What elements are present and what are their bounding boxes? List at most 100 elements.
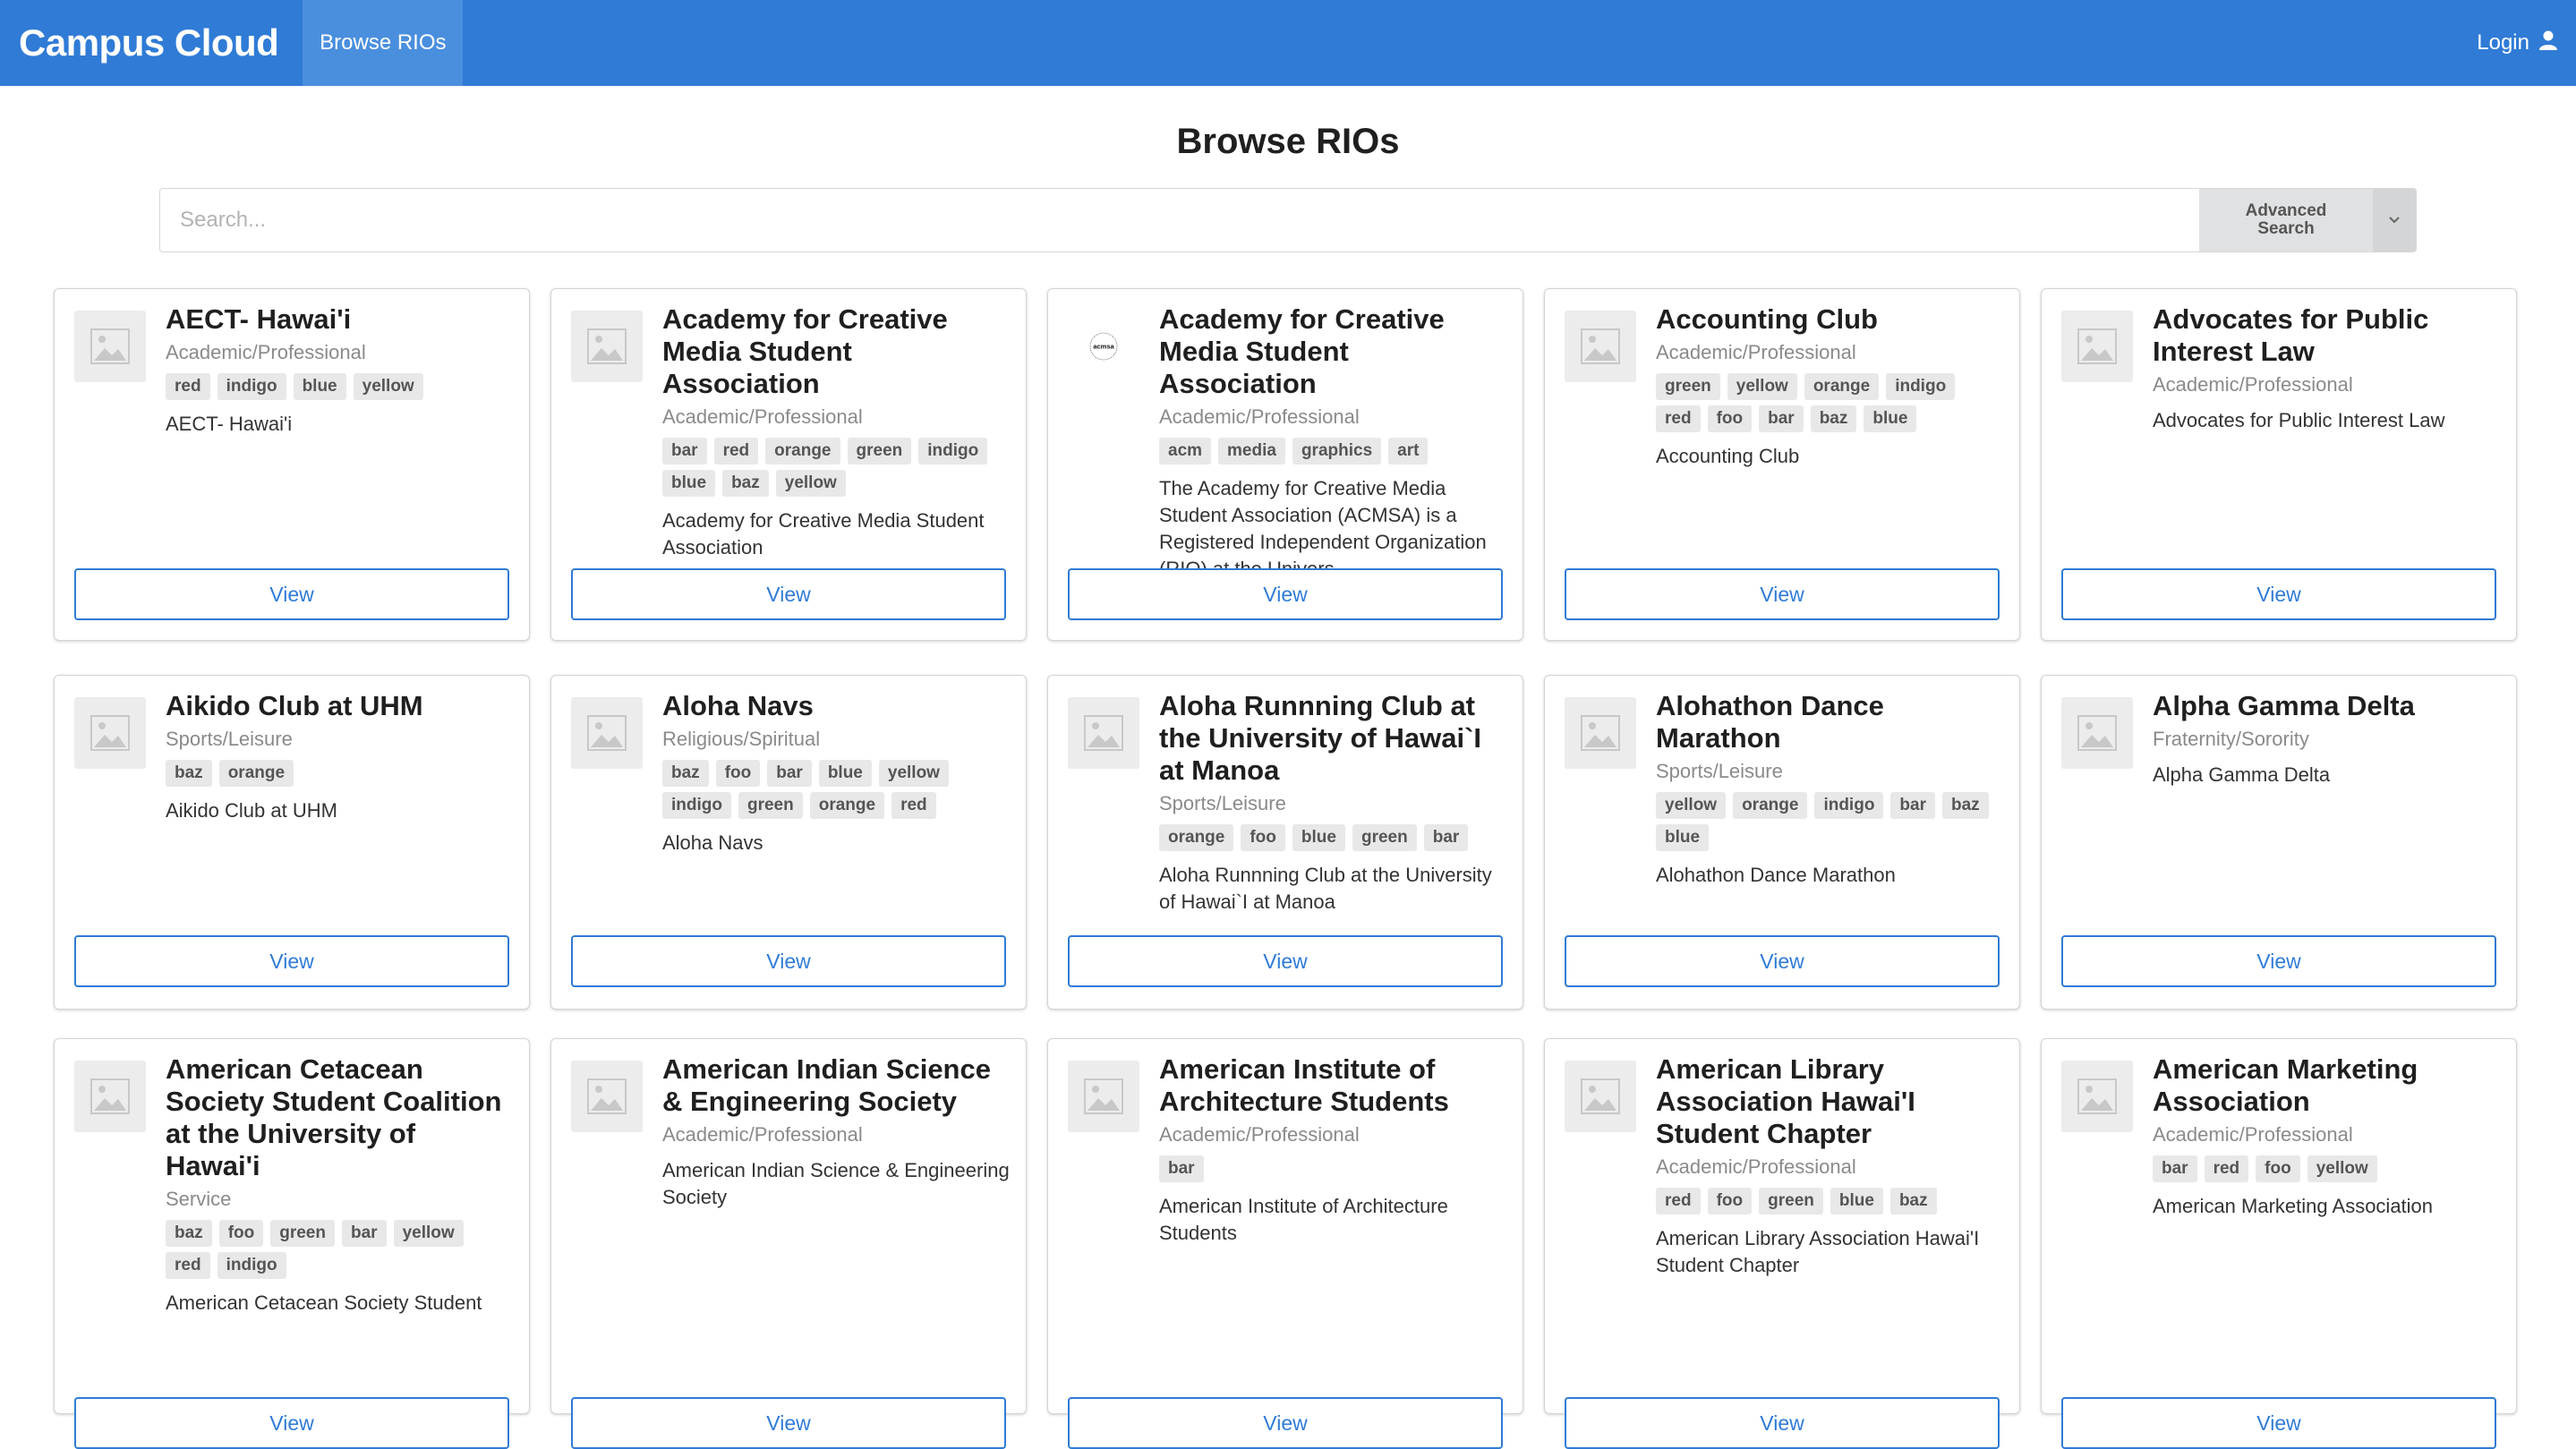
view-button[interactable]: View xyxy=(1565,935,2000,987)
view-button[interactable]: View xyxy=(74,568,509,620)
tag-label: bar xyxy=(1159,1155,1204,1182)
tag-label: graphics xyxy=(1292,438,1382,465)
view-button[interactable]: View xyxy=(1565,1397,2000,1449)
tag-label: orange xyxy=(1159,824,1234,851)
card-category: Academic/Professional xyxy=(2153,1123,2353,1146)
tag-label: media xyxy=(1218,438,1285,465)
card-description: Alpha Gamma Delta xyxy=(2153,763,2331,786)
tag-label: bar xyxy=(1759,405,1804,432)
tag-label: blue xyxy=(1830,1188,1883,1215)
rio-card: American Indian Science & Engineering So… xyxy=(550,1038,1027,1449)
view-button[interactable]: View xyxy=(74,935,509,987)
tag-label: indigo xyxy=(217,1252,286,1279)
card-description: American Cetacean Society Student xyxy=(166,1291,482,1314)
card-category: Academic/Professional xyxy=(1656,1155,1856,1178)
card-category: Fraternity/Sorority xyxy=(2153,728,2309,750)
card-description: American Marketing Association xyxy=(2153,1195,2434,1217)
card-title: Academy for Creative Media Student Assoc… xyxy=(1159,303,1445,399)
card-title: Alpha Gamma Delta xyxy=(2153,690,2415,721)
image-placeholder-icon xyxy=(571,1061,643,1132)
card-body: Alohathon Dance Marathon Sports/Leisure ye… xyxy=(1656,690,2003,889)
card-body: Accounting Club Academic/Professional gree… xyxy=(1656,303,2003,470)
view-button[interactable]: View xyxy=(1068,935,1503,987)
tag-label: red xyxy=(2204,1155,2249,1182)
tag-label: red xyxy=(1656,1188,1701,1215)
tag-label: foo xyxy=(1241,824,1285,851)
card-category: Service xyxy=(166,1188,232,1210)
rio-card: American Library Association Hawai'I Stu… xyxy=(1544,1038,2020,1449)
tag-list: bar xyxy=(1159,1155,1506,1182)
card-description: The Academy for Creative Media Student A… xyxy=(1159,477,1487,580)
tag-label: red xyxy=(166,1252,210,1279)
tag-label: blue xyxy=(1292,824,1345,851)
card-description: Aloha Runnning Club at the University of… xyxy=(1159,864,1492,913)
view-button[interactable]: View xyxy=(74,1397,509,1449)
tag-label: blue xyxy=(818,760,872,787)
rio-card: American Institute of Architecture Stude… xyxy=(1047,1038,1523,1449)
tag-label: yellow xyxy=(2307,1155,2377,1182)
card-body: Advocates for Public Interest Law Academi… xyxy=(2153,303,2500,434)
advanced-search-button[interactable]: Advanced Search xyxy=(2199,189,2373,251)
tag-label: yellow xyxy=(1727,373,1797,400)
tag-list: baz orange xyxy=(166,760,513,787)
tag-label: baz xyxy=(1942,792,1989,819)
card-title: American Institute of Architecture Stude… xyxy=(1159,1053,1449,1117)
card-body: American Indian Science & Engineering So… xyxy=(662,1053,1010,1211)
image-placeholder-icon xyxy=(2061,697,2133,769)
card-description: American Library Association Hawai'I Stu… xyxy=(1656,1227,1980,1276)
image-placeholder-icon xyxy=(571,697,643,769)
card-category: Sports/Leisure xyxy=(166,728,293,750)
view-button[interactable]: View xyxy=(1068,1397,1503,1449)
view-button[interactable]: View xyxy=(571,935,1006,987)
tag-label: green xyxy=(1656,373,1720,400)
view-button[interactable]: View xyxy=(571,568,1006,620)
view-button[interactable]: View xyxy=(2061,935,2496,987)
card-body: Aloha Navs Religious/Spiritual baz foo bar bl… xyxy=(662,690,1010,857)
tag-label: yellow xyxy=(393,1220,464,1247)
search-input[interactable] xyxy=(160,189,2199,251)
view-button[interactable]: View xyxy=(1068,568,1503,620)
tag-label: baz xyxy=(166,1220,212,1247)
view-button[interactable]: View xyxy=(2061,568,2496,620)
image-placeholder-icon xyxy=(74,311,146,382)
logo-text: acmsa xyxy=(1093,343,1114,351)
tag-label: blue xyxy=(662,470,716,497)
image-placeholder-icon xyxy=(1068,697,1139,769)
card-description: Advocates for Public Interest Law xyxy=(2153,409,2445,431)
tag-list: red indigo blue yellow xyxy=(166,373,513,400)
card-title: American Marketing Association xyxy=(2153,1053,2418,1117)
rio-card: Accounting Club Academic/Professional gree… xyxy=(1544,288,2020,641)
view-button[interactable]: View xyxy=(2061,1397,2496,1449)
card-category: Academic/Professional xyxy=(1159,1123,1360,1146)
brand-logo[interactable]: Campus Cloud xyxy=(0,21,303,64)
tag-label: foo xyxy=(218,1220,264,1247)
tag-label: baz xyxy=(1889,1188,1937,1215)
card-body: Aikido Club at UHM Sports/Leisure baz orang… xyxy=(166,690,513,824)
advanced-search-dropdown[interactable] xyxy=(2373,189,2416,251)
card-category: Academic/Professional xyxy=(2153,373,2353,396)
card-category: Academic/Professional xyxy=(1656,341,1856,363)
login-button[interactable]: Login xyxy=(2477,0,2558,86)
card-title: American Indian Science & Engineering So… xyxy=(662,1053,991,1117)
tag-list: baz foo bar blue yellow indigo green orange red xyxy=(662,760,1010,819)
view-button[interactable]: View xyxy=(1565,568,2000,620)
card-body: Aloha Runnning Club at the University of… xyxy=(1159,690,1506,916)
tag-label: baz xyxy=(662,760,709,787)
card-category: Academic/Professional xyxy=(166,341,366,363)
search-bar: AdvancedSearch xyxy=(159,188,2417,252)
tag-list: baz foo green bar yellow red indigo xyxy=(166,1220,513,1279)
image-placeholder-icon xyxy=(1565,697,1636,769)
card-title: Aikido Club at UHM xyxy=(166,690,423,721)
tag-list: red foo green blue baz xyxy=(1656,1188,2003,1215)
tag-list: acm media graphics art xyxy=(1159,438,1506,465)
card-category: Academic/Professional xyxy=(662,1123,863,1146)
view-button[interactable]: View xyxy=(571,1397,1006,1449)
tag-label: bar xyxy=(2153,1155,2197,1182)
card-category: Sports/Leisure xyxy=(1159,792,1286,814)
tag-label: indigo xyxy=(918,438,988,465)
tag-label: indigo xyxy=(1814,792,1884,819)
image-placeholder-icon xyxy=(2061,311,2133,382)
nav-tab-browse-rios[interactable]: Browse RIOs xyxy=(303,0,464,86)
rio-card: acmsa Academy for Creative Media Student … xyxy=(1047,288,1523,641)
card-body: American Marketing Association Academic/P… xyxy=(2153,1053,2500,1220)
